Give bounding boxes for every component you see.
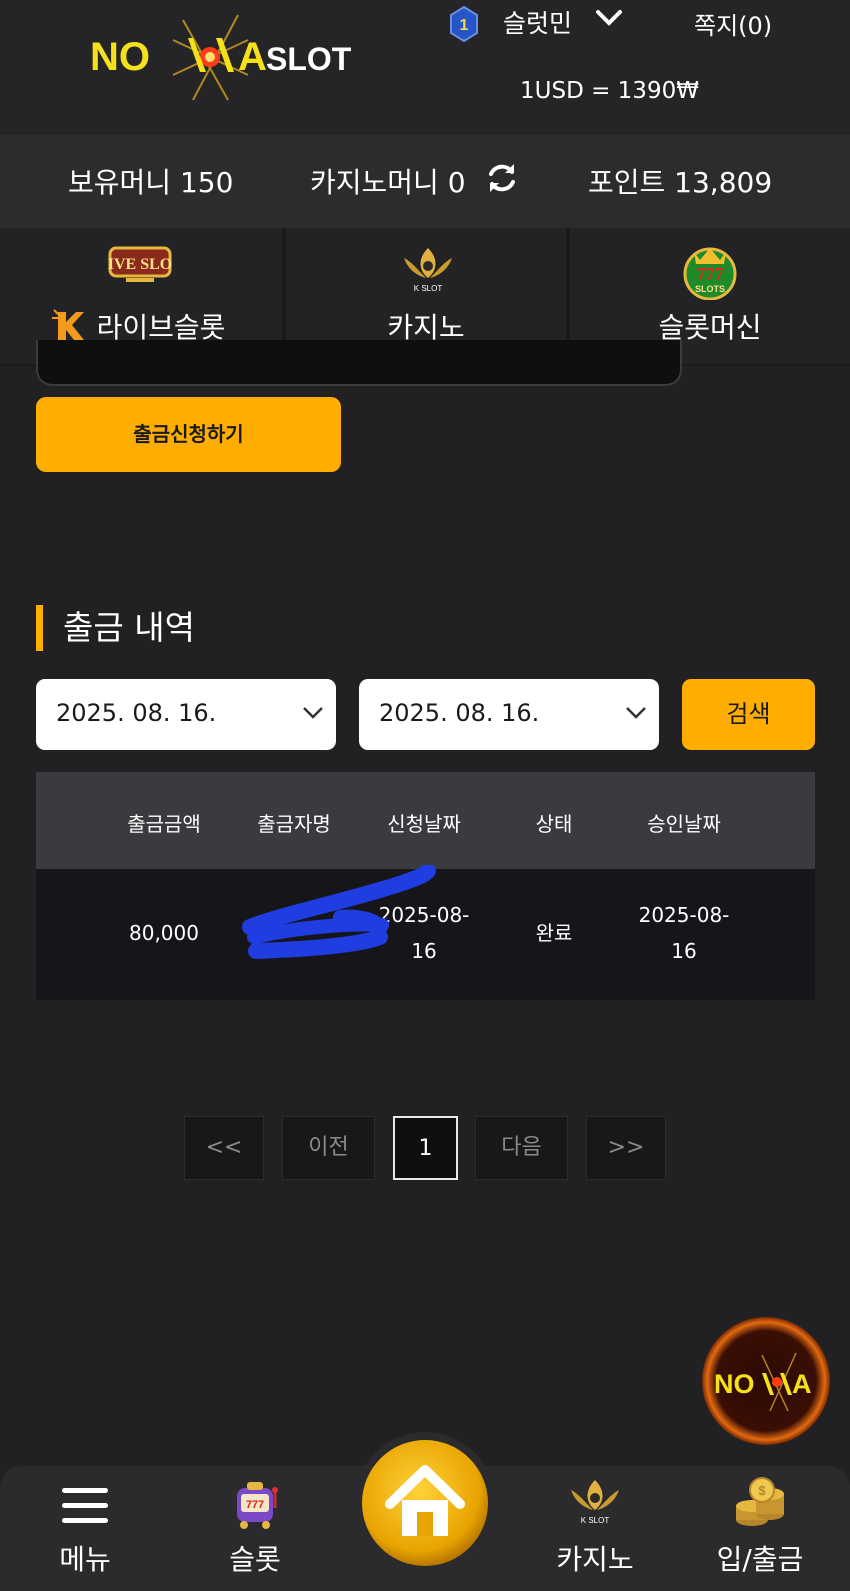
- balance-bar: 보유머니 150 카지노머니 0 포인트 13,809: [0, 135, 850, 228]
- home-button[interactable]: [360, 1438, 490, 1568]
- svg-text:777: 777: [246, 1499, 264, 1511]
- hamburger-menu-icon: [62, 1488, 108, 1523]
- table-header: 출금금액 출금자명 신청날짜 상태 승인날짜: [36, 772, 815, 869]
- redaction-scribble: [242, 865, 436, 959]
- svg-text:777: 777: [697, 264, 724, 284]
- svg-text:$: $: [758, 1483, 766, 1498]
- svg-text:1: 1: [460, 17, 469, 34]
- points-balance: 포인트 13,809: [588, 166, 773, 199]
- level-badge-icon: 1: [450, 6, 478, 42]
- nav-slot-label: 슬롯: [229, 1543, 281, 1576]
- nav-deposit-withdraw[interactable]: $ 입/출금: [690, 1466, 830, 1591]
- messages-link[interactable]: 쪽지(0): [694, 6, 772, 41]
- column-header: 승인날짜: [647, 812, 721, 836]
- chevron-down-icon: [626, 707, 646, 719]
- svg-text:SLOT: SLOT: [266, 41, 352, 77]
- svg-text:K SLOT: K SLOT: [414, 284, 443, 293]
- svg-text:K SLOT: K SLOT: [581, 1516, 610, 1525]
- svg-text:A: A: [238, 35, 267, 79]
- page-1-button[interactable]: 1: [393, 1116, 458, 1180]
- svg-text:NO: NO: [90, 35, 150, 79]
- withdraw-request-button[interactable]: 출금신청하기: [36, 397, 341, 472]
- page-last-button[interactable]: >>: [586, 1116, 666, 1180]
- 777-slots-icon: 777 SLOTS: [683, 247, 737, 300]
- casino-money-balance: 카지노머니 0: [310, 166, 466, 199]
- money-balance: 보유머니 150: [68, 166, 234, 199]
- refresh-icon[interactable]: [484, 160, 520, 196]
- column-header: 출금자명: [257, 812, 331, 836]
- column-header: 출금금액: [127, 812, 201, 836]
- svg-text:LIVE SLOT: LIVE SLOT: [108, 256, 172, 273]
- column-header: 신청날짜: [387, 812, 461, 836]
- withdraw-history-title: 출금 내역: [36, 605, 195, 651]
- coins-icon: $: [736, 1477, 784, 1526]
- column-header: 상태: [535, 812, 573, 836]
- svg-text:A: A: [792, 1369, 812, 1399]
- casino-lotus-icon: K SLOT: [404, 248, 452, 293]
- svg-text:NO: NO: [714, 1369, 755, 1399]
- page-first-button[interactable]: <<: [184, 1116, 264, 1180]
- amount-cell: 80,000: [129, 921, 199, 945]
- nav-menu[interactable]: 메뉴: [15, 1466, 155, 1591]
- withdraw-form-panel: [36, 340, 682, 386]
- nav-menu-label: 메뉴: [59, 1543, 111, 1576]
- nova-floating-logo-button[interactable]: NO A: [700, 1315, 832, 1447]
- username[interactable]: 슬럿민: [503, 4, 572, 40]
- date-from-value: 2025. 08. 16.: [56, 699, 217, 727]
- exchange-rate: 1USD = 1390₩: [520, 78, 699, 104]
- nova-slot-logo[interactable]: NO A SLOT: [88, 10, 378, 105]
- nav-slot[interactable]: 777 슬롯: [185, 1466, 325, 1591]
- date-to-value: 2025. 08. 16.: [379, 699, 540, 727]
- page-prev-button[interactable]: 이전: [282, 1116, 375, 1180]
- nav-deposit-withdraw-label: 입/출금: [716, 1543, 804, 1576]
- approve-date-cell: 2025-08- 16: [638, 903, 730, 963]
- date-from-select[interactable]: 2025. 08. 16.: [36, 679, 336, 750]
- date-to-select[interactable]: 2025. 08. 16.: [359, 679, 659, 750]
- live-slot-icon: LIVE SLOT: [108, 246, 172, 282]
- search-button[interactable]: 검색: [682, 679, 815, 750]
- page-next-button[interactable]: 다음: [475, 1116, 568, 1180]
- casino-lotus-icon: K SLOT: [571, 1480, 619, 1525]
- status-cell: 완료: [535, 921, 573, 945]
- nav-casino-label: 카지노: [556, 1543, 634, 1576]
- slot-machine-icon: 777: [237, 1482, 278, 1529]
- chevron-down-icon[interactable]: [595, 8, 623, 28]
- svg-text:SLOTS: SLOTS: [695, 284, 725, 294]
- nav-casino[interactable]: K SLOT 카지노: [525, 1466, 665, 1591]
- top-header: NO A SLOT 1 슬럿민 쪽지(0) 1USD = 1390₩: [0, 0, 850, 135]
- chevron-down-icon: [303, 707, 323, 719]
